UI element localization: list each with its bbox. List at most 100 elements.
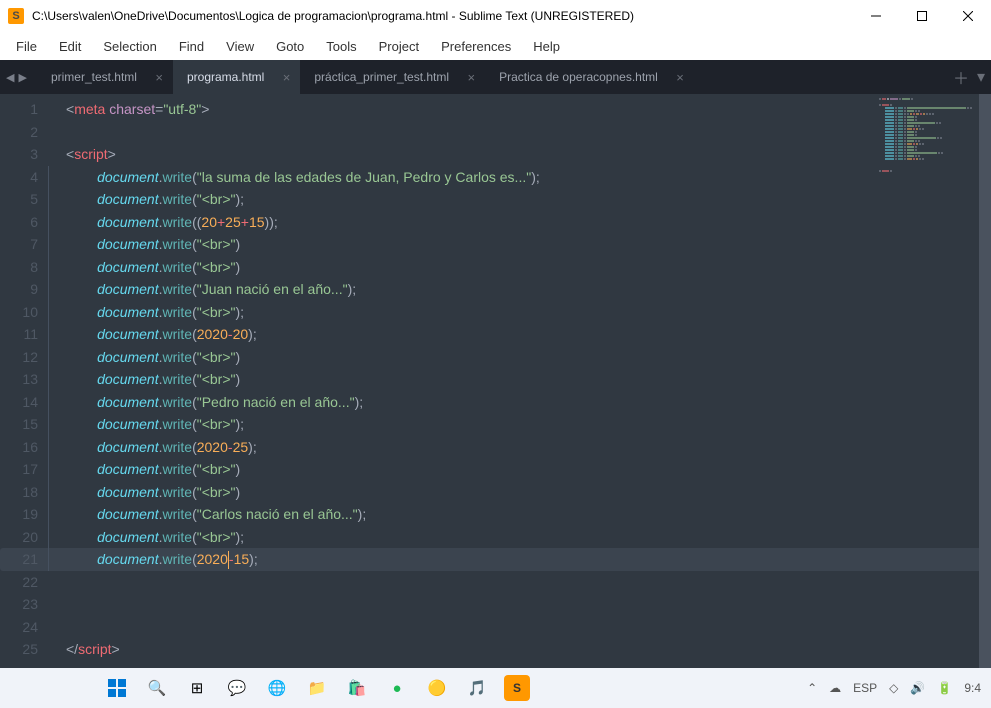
- tab-label: primer_test.html: [51, 70, 137, 84]
- tab-pr-ctica_primer_test-html[interactable]: práctica_primer_test.html ×: [300, 60, 485, 94]
- search-button[interactable]: 🔍: [144, 675, 170, 701]
- menu-preferences[interactable]: Preferences: [431, 35, 521, 58]
- code-line[interactable]: document.write(2020-25);: [56, 436, 991, 459]
- menu-view[interactable]: View: [216, 35, 264, 58]
- line-number[interactable]: 24: [0, 616, 56, 639]
- close-icon: [963, 11, 973, 21]
- windows-taskbar[interactable]: 🔍 ⊞ 💬 🌐 📁 🛍️ ● 🟡 🎵 S ⌃ ☁ ESP ◇ 🔊 🔋 9:4: [0, 668, 991, 708]
- code-line[interactable]: document.write("<br>");: [56, 413, 991, 436]
- scrollbar-thumb[interactable]: [979, 94, 991, 668]
- code-content[interactable]: <meta charset="utf-8"> <script> document.…: [56, 94, 991, 668]
- line-number[interactable]: 22: [0, 571, 56, 594]
- code-line[interactable]: [56, 616, 991, 639]
- tab-label: programa.html: [187, 70, 264, 84]
- app-icon: S: [8, 8, 24, 24]
- new-tab-button[interactable]: ＋: [953, 65, 969, 89]
- tray-battery-icon[interactable]: 🔋: [937, 681, 952, 695]
- tab-close-icon[interactable]: ×: [676, 70, 684, 85]
- code-line[interactable]: document.write("<br>"): [56, 233, 991, 256]
- code-line[interactable]: document.write("<br>"): [56, 458, 991, 481]
- search-icon: 🔍: [148, 679, 167, 697]
- tab-programa-html[interactable]: programa.html ×: [173, 60, 300, 94]
- windows-logo-icon: [108, 679, 126, 697]
- menu-edit[interactable]: Edit: [49, 35, 91, 58]
- menu-help[interactable]: Help: [523, 35, 570, 58]
- code-line[interactable]: document.write("<br>"): [56, 368, 991, 391]
- app-window: S C:\Users\valen\OneDrive\Documentos\Log…: [0, 0, 991, 708]
- tab-practica-de-operacopnes-html[interactable]: Practica de operacopnes.html ×: [485, 60, 694, 94]
- code-line[interactable]: document.write("<br>"): [56, 346, 991, 369]
- code-line[interactable]: [56, 121, 991, 144]
- menu-goto[interactable]: Goto: [266, 35, 314, 58]
- line-number[interactable]: 2: [0, 121, 56, 144]
- menu-file[interactable]: File: [6, 35, 47, 58]
- line-number[interactable]: 23: [0, 593, 56, 616]
- tab-close-icon[interactable]: ×: [283, 70, 291, 85]
- spotify-icon: ●: [392, 680, 401, 697]
- code-line[interactable]: document.write("<br>");: [56, 526, 991, 549]
- code-line[interactable]: document.write("<br>");: [56, 188, 991, 211]
- code-line[interactable]: document.write((20+25+15));: [56, 211, 991, 234]
- window-title: C:\Users\valen\OneDrive\Documentos\Logic…: [32, 9, 853, 23]
- store-icon: 🛍️: [348, 679, 367, 697]
- code-line[interactable]: document.write("<br>"): [56, 256, 991, 279]
- code-line[interactable]: [56, 593, 991, 616]
- maximize-button[interactable]: [899, 0, 945, 32]
- menu-selection[interactable]: Selection: [93, 35, 166, 58]
- taskbar-app-chrome[interactable]: 🟡: [424, 675, 450, 701]
- maximize-icon: [917, 11, 927, 21]
- taskbar-app-explorer[interactable]: 📁: [304, 675, 330, 701]
- code-line[interactable]: document.write("Pedro nació en el año...…: [56, 391, 991, 414]
- edge-icon: 🌐: [268, 679, 287, 697]
- close-button[interactable]: [945, 0, 991, 32]
- tray-volume-icon[interactable]: 🔊: [910, 681, 925, 695]
- code-line[interactable]: document.write("Juan nació en el año..."…: [56, 278, 991, 301]
- tray-language[interactable]: ESP: [853, 681, 877, 695]
- code-line[interactable]: </script>: [56, 638, 991, 661]
- taskbar-app-store[interactable]: 🛍️: [344, 675, 370, 701]
- tab-close-icon[interactable]: ×: [155, 70, 163, 85]
- titlebar[interactable]: S C:\Users\valen\OneDrive\Documentos\Log…: [0, 0, 991, 32]
- code-line[interactable]: document.write(2020-20);: [56, 323, 991, 346]
- code-line[interactable]: <meta charset="utf-8">: [56, 98, 991, 121]
- line-number[interactable]: 3: [0, 143, 56, 166]
- line-number[interactable]: 1: [0, 98, 56, 121]
- code-line[interactable]: document.write("<br>"): [56, 481, 991, 504]
- taskbar-app-sublime[interactable]: S: [504, 675, 530, 701]
- code-line[interactable]: document.write(2020-15);: [56, 548, 991, 571]
- tab-nav-next[interactable]: ▶: [18, 71, 26, 84]
- code-line[interactable]: [56, 571, 991, 594]
- taskbar-app-chat[interactable]: 💬: [224, 675, 250, 701]
- tray-hidden-icons[interactable]: ⌃: [807, 681, 817, 695]
- tab-label: práctica_primer_test.html: [314, 70, 449, 84]
- code-line[interactable]: document.write("<br>");: [56, 301, 991, 324]
- minimize-button[interactable]: [853, 0, 899, 32]
- code-line[interactable]: document.write("la suma de las edades de…: [56, 166, 991, 189]
- tray-onedrive-icon[interactable]: ☁: [829, 681, 841, 695]
- scrollbar-vertical[interactable]: [979, 94, 991, 668]
- menu-project[interactable]: Project: [369, 35, 429, 58]
- tiktok-icon: 🎵: [468, 679, 487, 697]
- minimize-icon: [871, 11, 881, 21]
- menu-find[interactable]: Find: [169, 35, 214, 58]
- editor-area[interactable]: 1234567891011121314151617181920212223242…: [0, 94, 991, 668]
- menu-tools[interactable]: Tools: [316, 35, 366, 58]
- tab-nav-prev[interactable]: ◀: [6, 71, 14, 84]
- tray-clock[interactable]: 9:4: [964, 681, 981, 695]
- taskbar-app-spotify[interactable]: ●: [384, 675, 410, 701]
- taskview-icon: ⊞: [191, 679, 204, 697]
- code-line[interactable]: document.write("Carlos nació en el año..…: [56, 503, 991, 526]
- taskview-button[interactable]: ⊞: [184, 675, 210, 701]
- code-line[interactable]: <script>: [56, 143, 991, 166]
- start-button[interactable]: [104, 675, 130, 701]
- chat-icon: 💬: [228, 679, 247, 697]
- taskbar-app-tiktok[interactable]: 🎵: [464, 675, 490, 701]
- taskbar-app-edge[interactable]: 🌐: [264, 675, 290, 701]
- tab-label: Practica de operacopnes.html: [499, 70, 658, 84]
- tab-primer_test-html[interactable]: primer_test.html ×: [37, 60, 173, 94]
- tray-wifi-icon[interactable]: ◇: [889, 681, 898, 695]
- tab-dropdown-button[interactable]: ▾: [977, 67, 985, 87]
- tab-close-icon[interactable]: ×: [467, 70, 475, 85]
- line-number[interactable]: 25: [0, 638, 56, 661]
- minimap[interactable]: [879, 98, 979, 173]
